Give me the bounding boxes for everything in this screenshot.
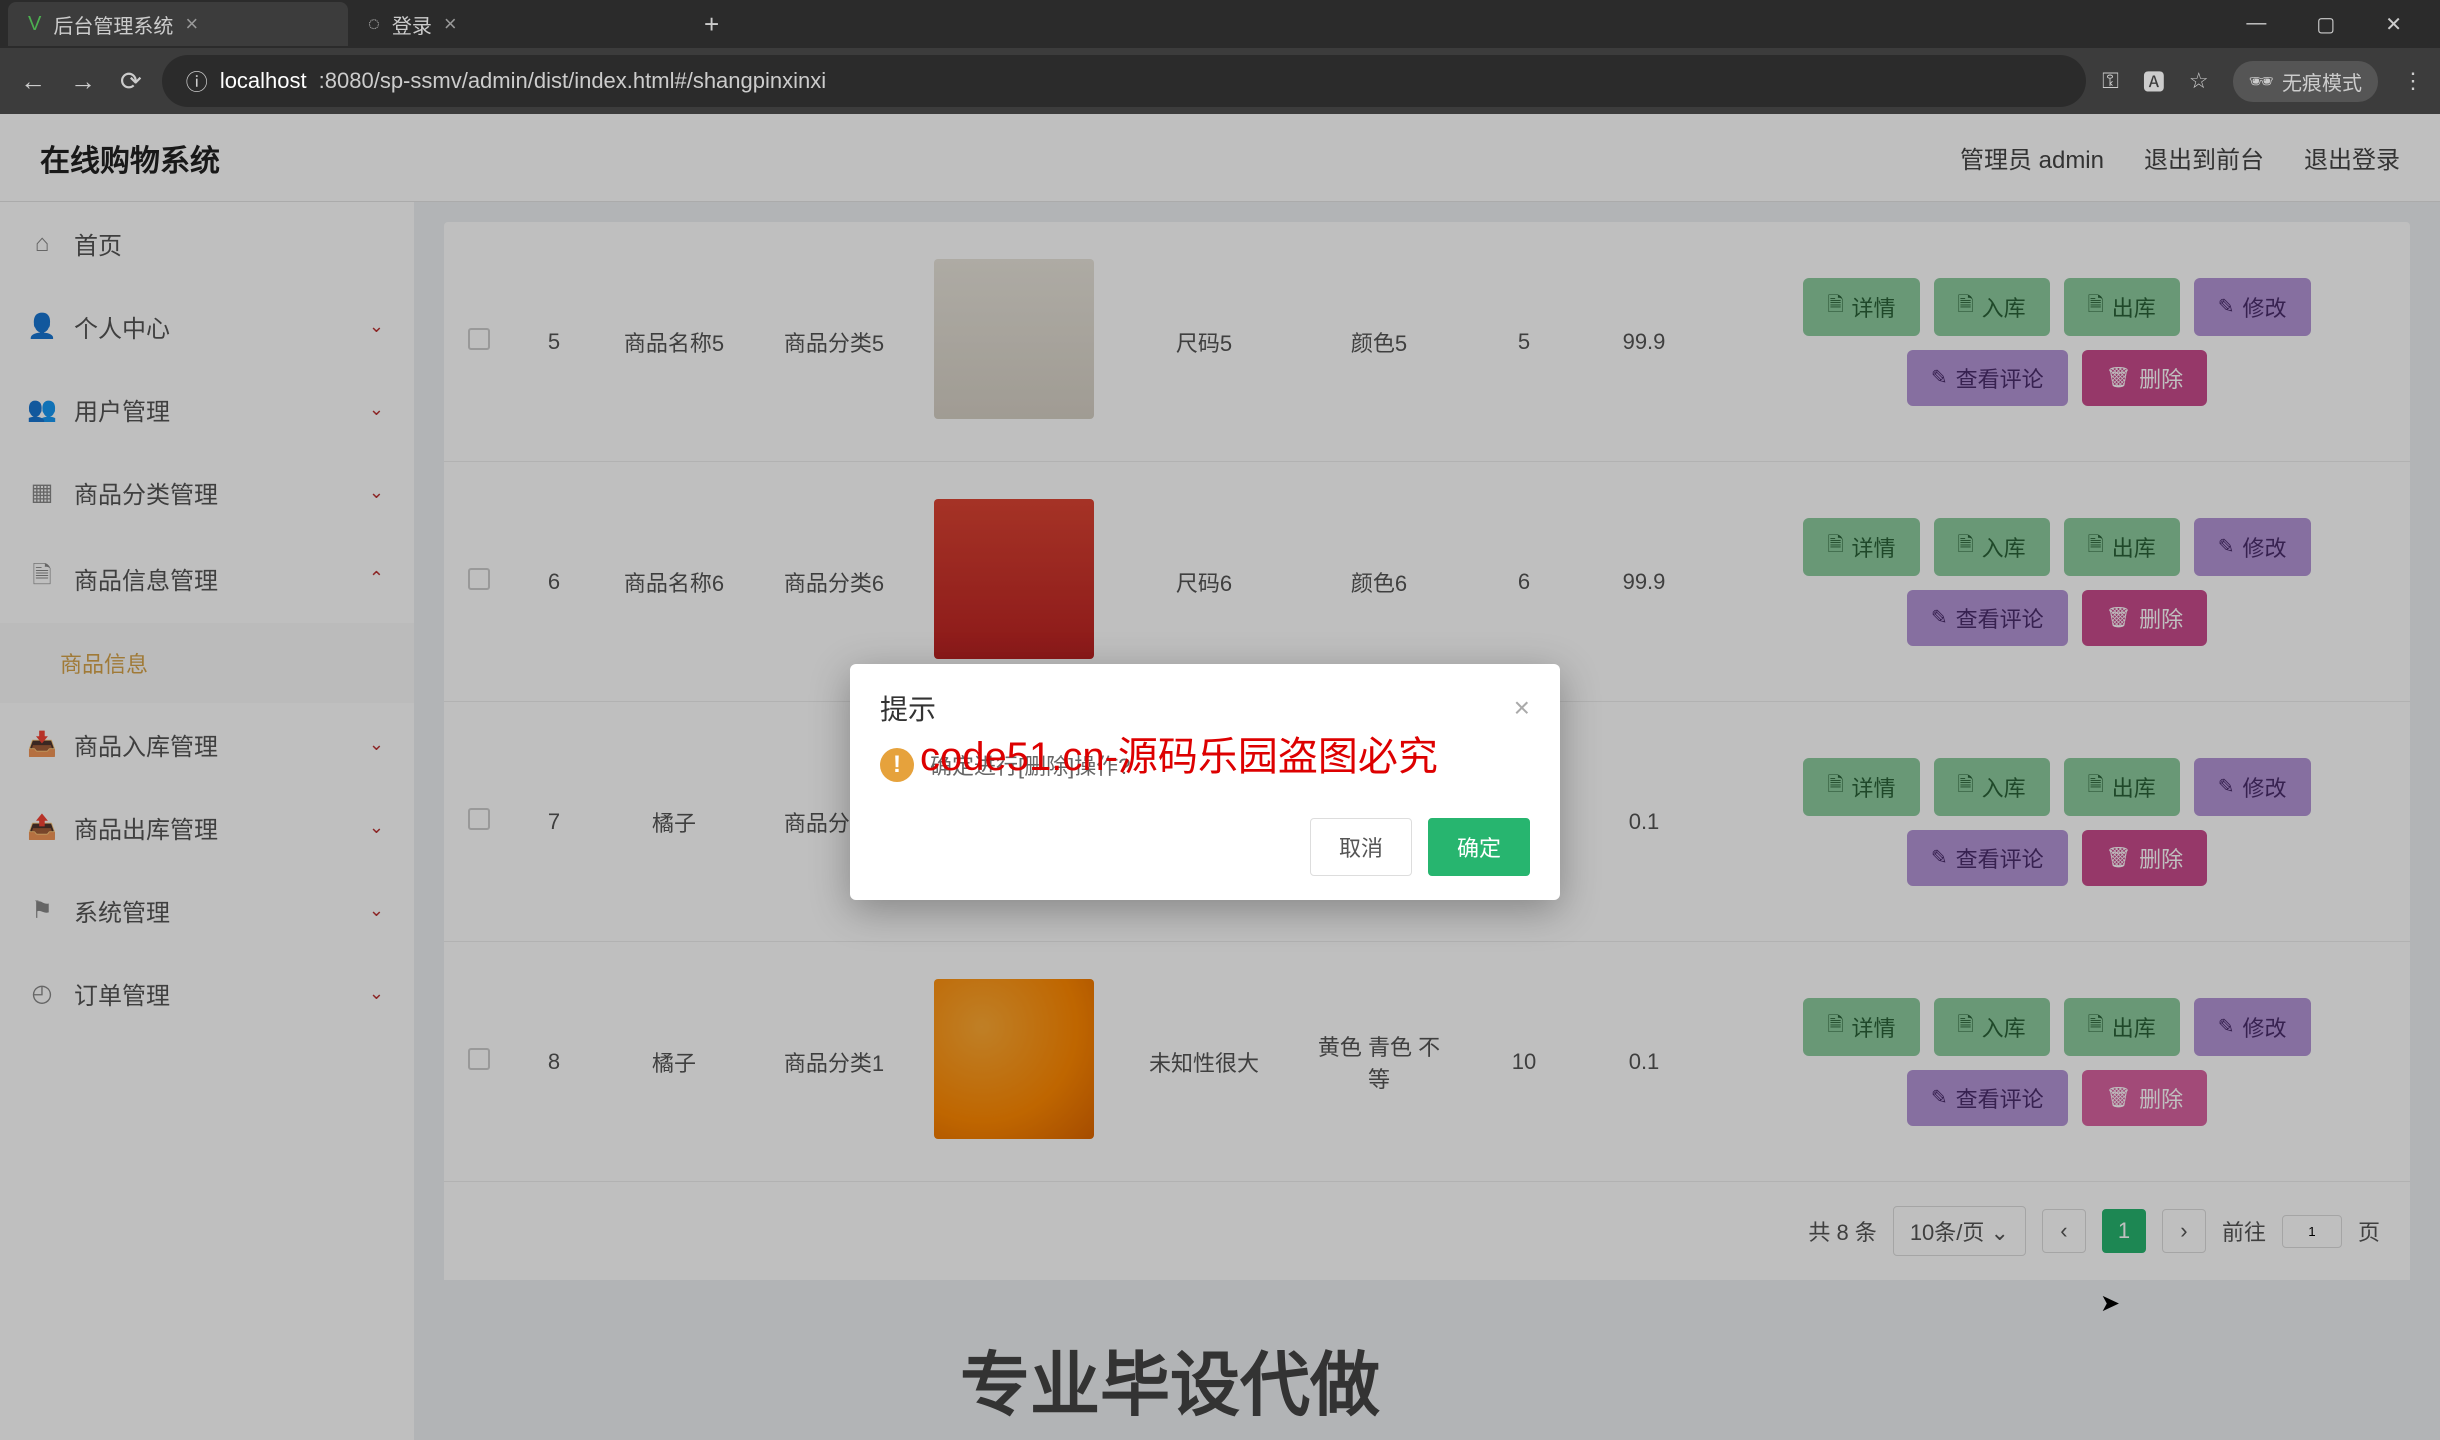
nav-bar: ← → ⟳ ⓘ localhost :8080/sp-ssmv/admin/dis… [0,48,2440,114]
watermark-text: code51.cn-源码乐园盗图必究 [920,724,1438,782]
forward-button[interactable]: → [66,62,100,101]
tab-favicon: V [28,13,41,36]
address-bar[interactable]: ⓘ localhost :8080/sp-ssmv/admin/dist/inde… [162,55,2086,107]
info-icon: ⓘ [186,65,208,97]
incognito-icon: 🕶 [2249,69,2274,94]
tab-title: 登录 [392,10,432,39]
reload-button[interactable]: ⟳ [116,62,146,101]
browser-chrome: V 后台管理系统 × ◌ 登录 × + — ▢ ✕ ← → ⟳ ⓘ localh… [0,0,2440,114]
tab-close-icon[interactable]: × [185,11,198,37]
app-root: 在线购物系统 管理员 admin 退出到前台 退出登录 ⌂首页 👤个人中心⌄ 👥… [0,114,2440,1440]
dialog-close-icon[interactable]: × [1514,692,1530,724]
tab-title: 后台管理系统 [53,10,173,39]
cancel-button[interactable]: 取消 [1310,818,1412,876]
translate-icon[interactable]: 🅰 [2143,65,2165,97]
confirm-button[interactable]: 确定 [1428,818,1530,876]
tab-bar: V 后台管理系统 × ◌ 登录 × + — ▢ ✕ [0,0,2440,48]
new-tab-button[interactable]: + [688,9,735,40]
tab-favicon: ◌ [368,13,380,36]
maximize-icon[interactable]: ▢ [2306,8,2345,41]
dialog-title: 提示 [880,688,936,728]
incognito-label: 无痕模式 [2282,67,2362,96]
confirm-dialog: 提示 × ! 确定进行[删除]操作? 取消 确定 [850,664,1560,900]
url-path: :8080/sp-ssmv/admin/dist/index.html#/sha… [319,68,826,94]
toolbar-right: ⚿ 🅰 ☆ 🕶 无痕模式 ⋮ [2102,61,2424,102]
browser-tab-2[interactable]: ◌ 登录 × [348,2,688,46]
minimize-icon[interactable]: — [2236,8,2276,41]
url-host: localhost [220,68,307,94]
cursor-icon: ➤ [2100,1289,2120,1318]
warning-icon: ! [880,748,914,782]
incognito-badge: 🕶 无痕模式 [2233,61,2378,102]
back-button[interactable]: ← [16,62,50,101]
key-icon[interactable]: ⚿ [2102,68,2119,94]
window-controls: — ▢ ✕ [2236,8,2432,41]
menu-icon[interactable]: ⋮ [2402,68,2424,94]
star-icon[interactable]: ☆ [2189,68,2209,94]
tab-close-icon[interactable]: × [444,11,457,37]
browser-tab-1[interactable]: V 后台管理系统 × [8,2,348,46]
close-icon[interactable]: ✕ [2375,8,2412,41]
